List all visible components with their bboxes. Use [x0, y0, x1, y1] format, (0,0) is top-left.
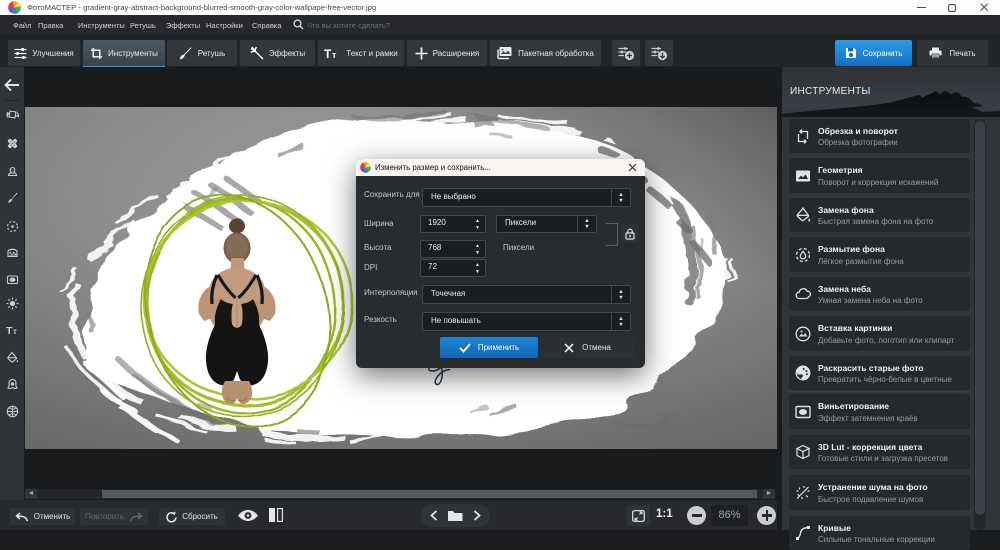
svg-text:т: т — [332, 50, 337, 59]
svg-text:T: T — [324, 47, 332, 59]
svg-text:т: т — [13, 327, 17, 336]
svg-text:T: T — [6, 325, 13, 337]
